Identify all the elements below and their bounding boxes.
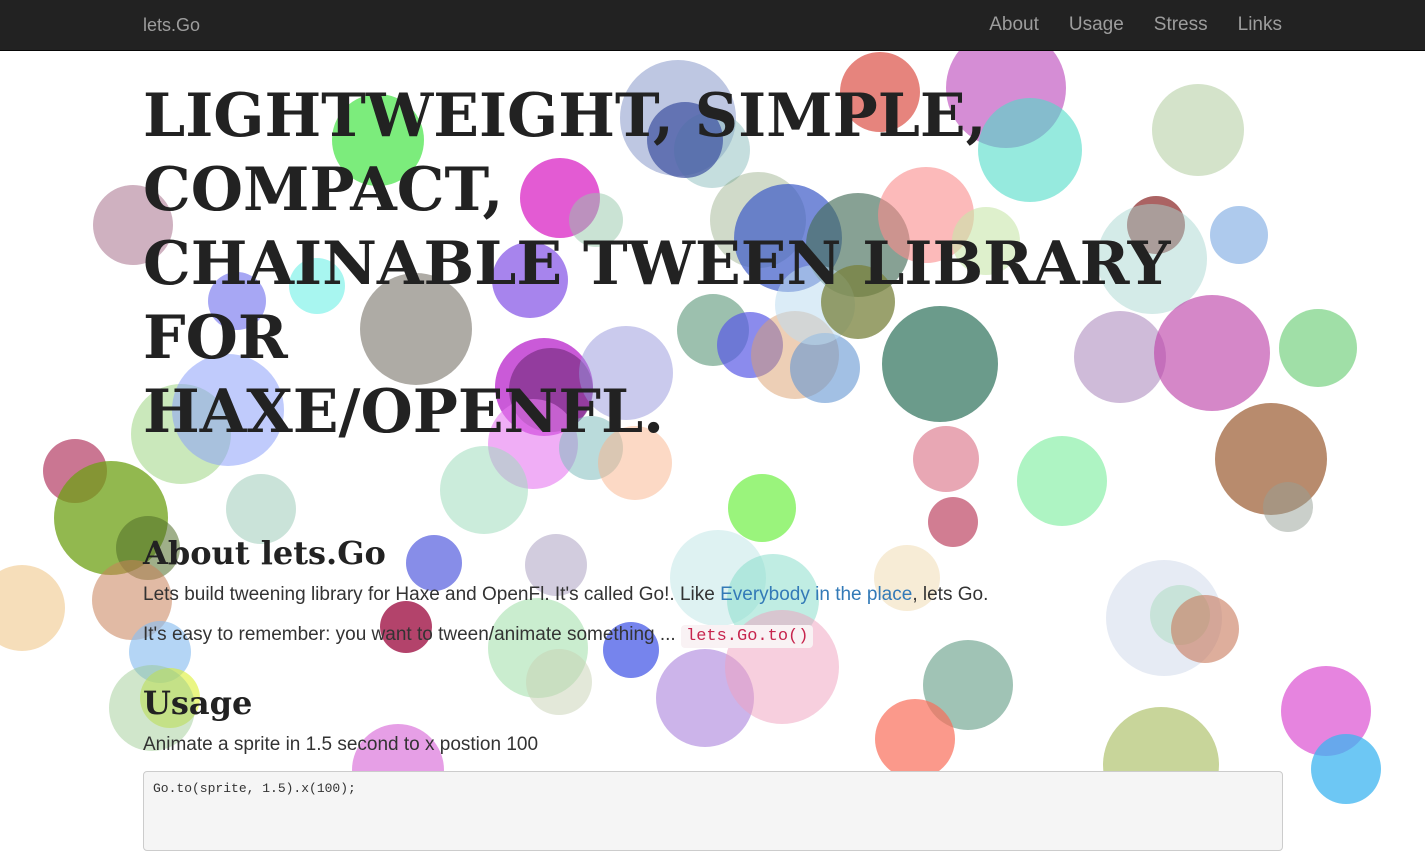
bubble-decoration (1279, 309, 1357, 387)
nav-link-stress[interactable]: Stress (1139, 0, 1223, 50)
about-paragraph-2: It's easy to remember: you want to tween… (143, 622, 814, 650)
about-text-1-end: , lets Go. (912, 584, 989, 605)
bubble-decoration (1171, 595, 1239, 663)
nav-link-links[interactable]: Links (1223, 0, 1297, 50)
bubble-decoration (1311, 734, 1381, 804)
bubble-decoration (440, 446, 528, 534)
about-text-2: It's easy to remember: you want to tween… (143, 624, 681, 645)
bubble-decoration (526, 649, 592, 715)
bubble-decoration (728, 474, 796, 542)
about-paragraph-1: Lets build tweening library for Haxe and… (143, 582, 988, 608)
hero-line-2: CHAINABLE TWEEN LIBRARY FOR (143, 229, 1171, 373)
bubble-decoration (875, 699, 955, 779)
usage-paragraph: Animate a sprite in 1.5 second to x post… (143, 734, 539, 755)
about-text-1: Lets build tweening library for Haxe and… (143, 584, 721, 605)
bubble-decoration (1017, 436, 1107, 526)
top-navbar: lets.Go About Usage Stress Links (0, 0, 1425, 51)
nav-link-usage[interactable]: Usage (1054, 0, 1139, 50)
about-heading: About lets.Go (143, 534, 386, 572)
bubble-decoration (1263, 482, 1313, 532)
everybody-in-the-place-link[interactable]: Everybody in the place (720, 584, 912, 605)
brand-link[interactable]: lets.Go (143, 0, 200, 50)
hero-line-1: LIGHTWEIGHT, SIMPLE, COMPACT, (143, 81, 987, 225)
bubble-decoration (928, 497, 978, 547)
usage-heading: Usage (143, 684, 253, 722)
bubble-decoration (0, 565, 65, 651)
nav-links: About Usage Stress Links (974, 0, 1297, 50)
hero-line-3: HAXE/OPENFL. (143, 377, 665, 447)
usage-code-block: Go.to(sprite, 1.5).x(100); (143, 771, 1283, 851)
inline-code: lets.Go.to() (681, 625, 814, 648)
hero-title: LIGHTWEIGHT, SIMPLE, COMPACT, CHAINABLE … (143, 79, 1283, 449)
nav-link-about[interactable]: About (974, 0, 1054, 50)
